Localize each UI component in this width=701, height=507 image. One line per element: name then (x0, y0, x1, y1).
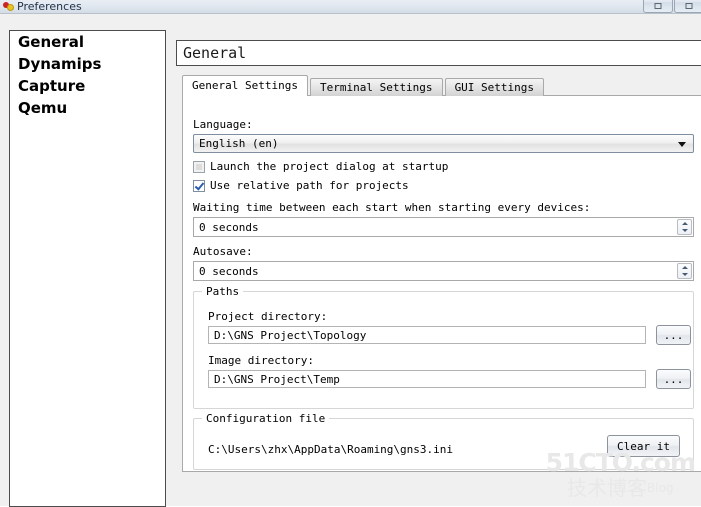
general-settings-pane: Language: English (en) Launch the projec… (182, 95, 701, 472)
image-directory-browse-button[interactable]: ... (656, 369, 691, 389)
autosave-value: 0 seconds (199, 264, 259, 278)
waiting-time-value: 0 seconds (199, 220, 259, 234)
sidebar-item-capture[interactable]: Capture (10, 75, 165, 97)
launch-project-dialog-checkbox[interactable]: Launch the project dialog at startup (193, 160, 448, 173)
maximize-button[interactable] (643, 0, 673, 13)
project-directory-label: Project directory: (208, 310, 328, 323)
project-directory-value: D:\GNS Project\Topology (214, 328, 367, 342)
title-bar: Preferences (0, 0, 701, 13)
browse-button-label: ... (663, 372, 684, 386)
tab-label: General Settings (192, 79, 298, 92)
tab-terminal-settings[interactable]: Terminal Settings (309, 78, 443, 96)
image-directory-value: D:\GNS Project\Temp (214, 372, 340, 386)
browse-button-label: ... (663, 328, 684, 342)
language-select-value: English (en) (199, 137, 279, 150)
configuration-file-path: C:\Users\zhx\AppData\Roaming\gns3.ini (208, 443, 454, 456)
tab-general-settings[interactable]: General Settings (182, 75, 308, 96)
sidebar-item-label: Qemu (18, 99, 68, 117)
page-title: General (183, 44, 247, 62)
autosave-label: Autosave: (193, 245, 253, 258)
use-relative-path-label: Use relative path for projects (210, 179, 409, 192)
clear-it-button[interactable]: Clear it (607, 435, 680, 457)
image-directory-label: Image directory: (208, 354, 314, 367)
settings-panel: General General Settings Terminal Settin… (176, 27, 701, 507)
language-select[interactable]: English (en) (193, 134, 694, 153)
chevron-down-icon (678, 141, 686, 147)
waiting-time-label: Waiting time between each start when sta… (193, 201, 591, 214)
tab-bar: General Settings Terminal Settings GUI S… (182, 75, 546, 96)
configuration-file-group-title: Configuration file (202, 412, 330, 425)
dialog-body: General Dynamips Capture Qemu General Ge… (0, 13, 701, 507)
sidebar-item-label: General (18, 33, 84, 51)
paths-group: Paths Project directory: D:\GNS Project\… (193, 285, 694, 409)
spinner-up-icon[interactable] (678, 264, 691, 271)
sidebar-item-dynamips[interactable]: Dynamips (10, 53, 165, 75)
clear-it-button-label: Clear it (617, 439, 670, 453)
checkbox-box (193, 160, 205, 173)
tab-label: Terminal Settings (319, 81, 433, 94)
sidebar-item-label: Capture (18, 77, 86, 95)
window-controls (643, 0, 701, 13)
checkbox-box-checked (193, 179, 205, 192)
waiting-time-spinner[interactable]: 0 seconds (193, 217, 694, 237)
tab-gui-settings[interactable]: GUI Settings (444, 78, 545, 96)
spinner-arrows[interactable] (677, 219, 692, 235)
close-icon (685, 3, 693, 9)
paths-group-title: Paths (202, 285, 244, 298)
configuration-file-group: Configuration file C:\Users\zhx\AppData\… (193, 412, 694, 470)
project-directory-input[interactable]: D:\GNS Project\Topology (208, 326, 646, 344)
spinner-up-icon[interactable] (678, 220, 691, 227)
gns3-app-icon (3, 1, 14, 12)
sidebar-item-qemu[interactable]: Qemu (10, 97, 165, 119)
image-directory-input[interactable]: D:\GNS Project\Temp (208, 370, 646, 388)
project-directory-browse-button[interactable]: ... (656, 325, 691, 345)
section-header: General (176, 40, 701, 66)
autosave-spinner[interactable]: 0 seconds (193, 261, 694, 281)
sidebar-item-general[interactable]: General (10, 31, 165, 53)
language-label: Language: (193, 118, 253, 131)
spinner-arrows[interactable] (677, 263, 692, 279)
category-list[interactable]: General Dynamips Capture Qemu (9, 30, 166, 507)
maximize-icon (654, 3, 662, 9)
launch-project-dialog-label: Launch the project dialog at startup (210, 160, 449, 173)
use-relative-path-checkbox[interactable]: Use relative path for projects (193, 179, 409, 192)
window-title: Preferences (17, 0, 82, 13)
tab-label: GUI Settings (454, 81, 535, 94)
sidebar-item-label: Dynamips (18, 55, 102, 73)
close-button[interactable] (674, 0, 701, 13)
spinner-down-icon[interactable] (678, 271, 691, 278)
spinner-down-icon[interactable] (678, 227, 691, 234)
